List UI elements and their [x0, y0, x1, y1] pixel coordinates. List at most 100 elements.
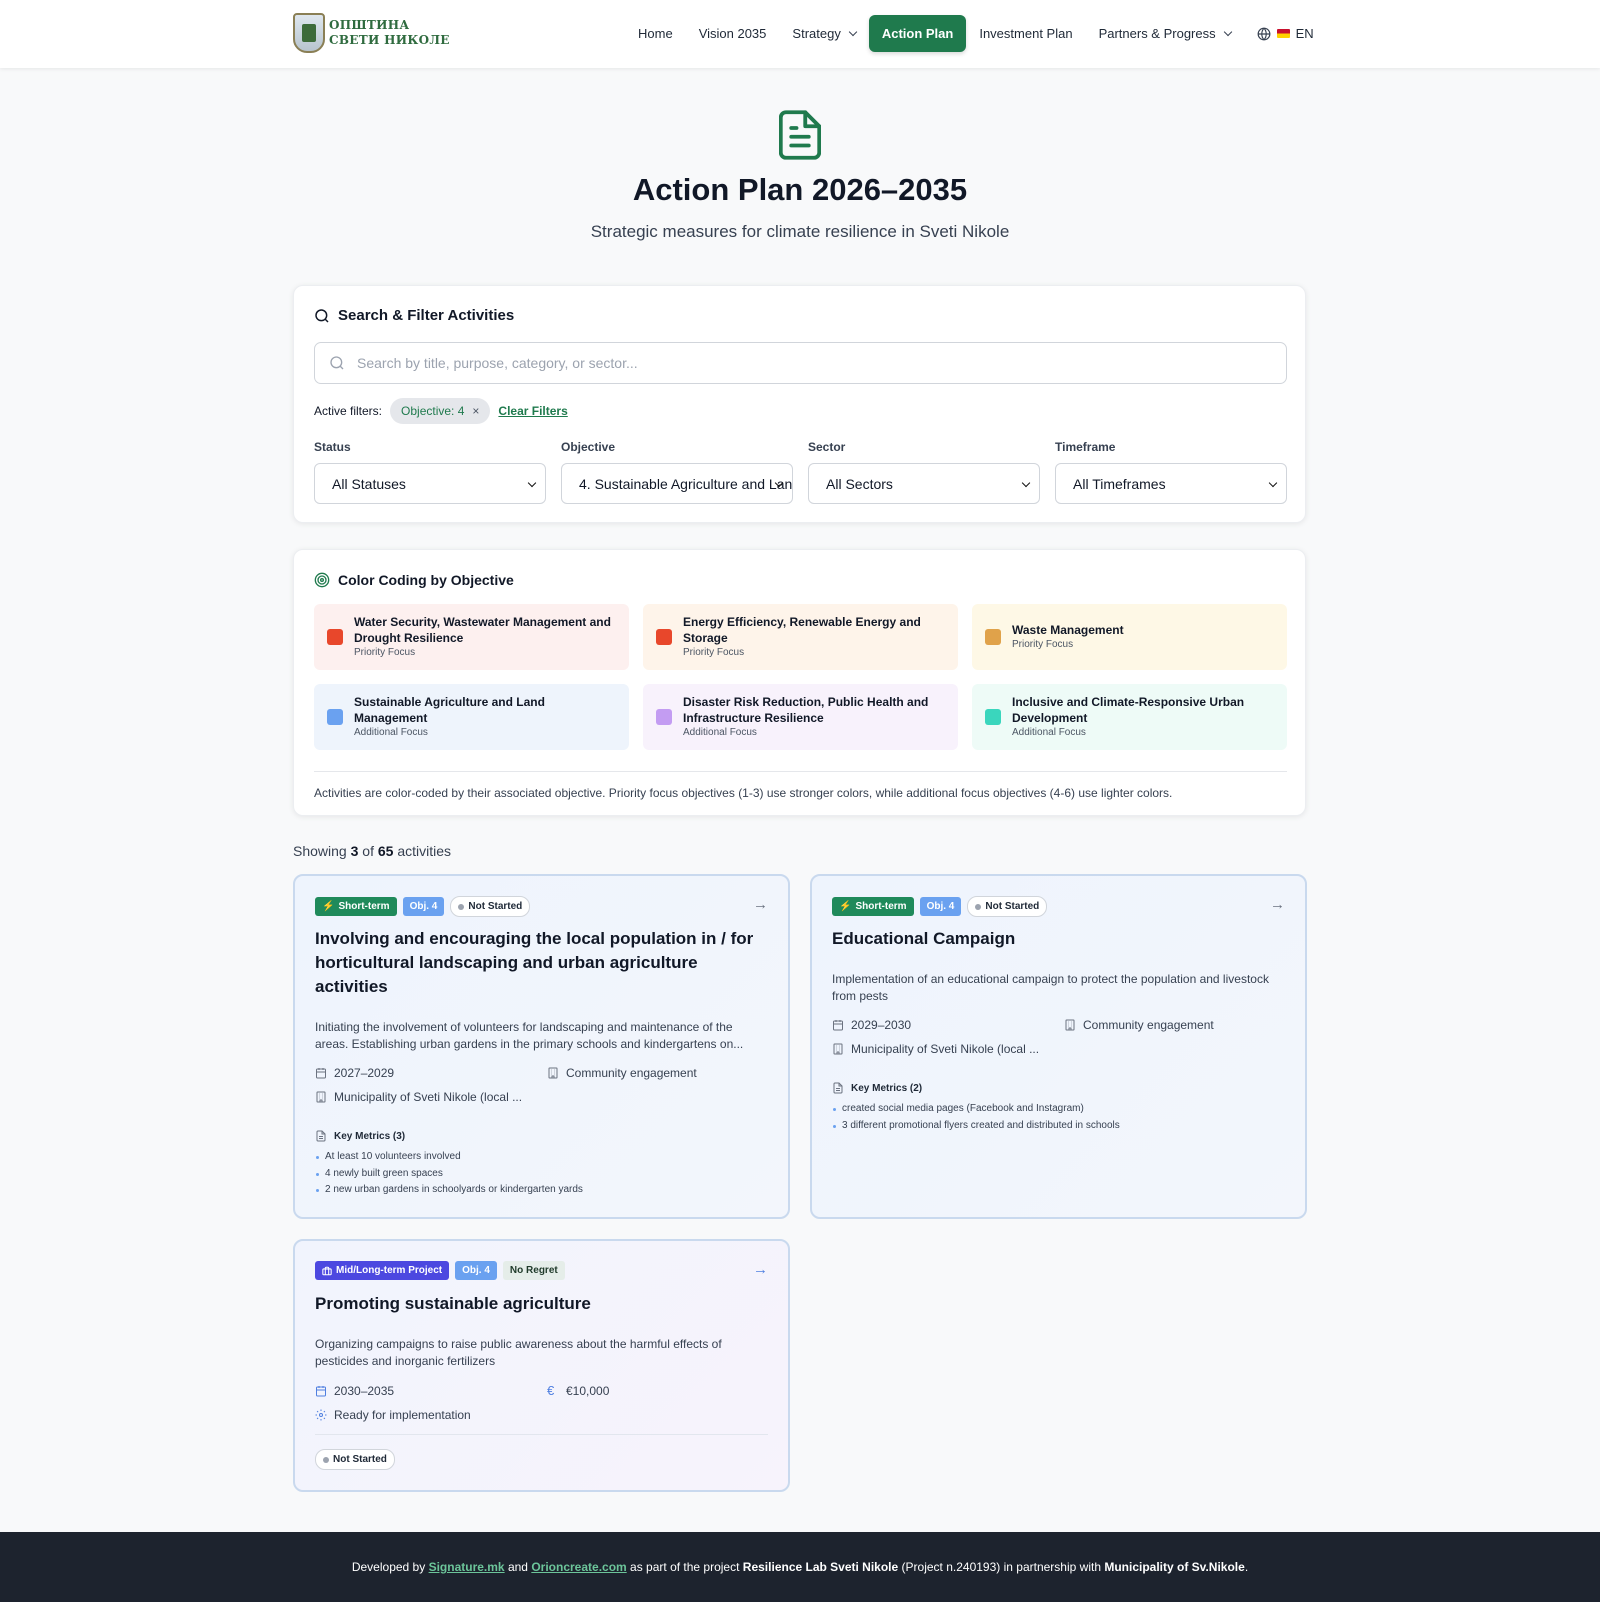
list-item: 2 new urban gardens in schoolyards or ki…: [315, 1182, 768, 1199]
nav-vision[interactable]: Vision 2035: [686, 15, 780, 52]
activity-description: Implementation of an educational campaig…: [832, 972, 1269, 1003]
active-filters-label: Active filters:: [314, 404, 383, 418]
nav-investment-plan[interactable]: Investment Plan: [966, 15, 1085, 52]
chevron-down-icon: [1223, 27, 1232, 36]
crest-icon: [293, 13, 325, 53]
list-item: 3 different promotional flyers created a…: [832, 1118, 1285, 1135]
signature-link[interactable]: Signature.mk: [429, 1560, 505, 1574]
building-icon: [1065, 1019, 1075, 1031]
activity-card[interactable]: Mid/Long-term Project Obj. 4 No Regret →…: [293, 1239, 790, 1492]
status-badge: Not Started: [450, 896, 531, 917]
timeframe-badge: ⚡ Short-term: [315, 897, 397, 916]
objective-swatch: [985, 629, 1001, 645]
nav-home[interactable]: Home: [625, 15, 686, 52]
objective-badge: Obj. 4: [402, 897, 445, 916]
flag-icon: [1276, 29, 1290, 38]
nav-partners-progress[interactable]: Partners & Progress: [1086, 15, 1244, 52]
globe-icon: [1257, 27, 1271, 40]
status-badge: Not Started: [315, 1449, 395, 1470]
activity-description: Initiating the involvement of volunteers…: [315, 1020, 744, 1051]
key-metrics-list: created social media pages (Facebook and…: [832, 1101, 1285, 1134]
no-regret-badge: No Regret: [502, 1261, 565, 1280]
page-footer: Developed by Signature.mk and Orioncreat…: [0, 1532, 1600, 1602]
activity-readiness: Ready for implementation: [315, 1408, 547, 1422]
activity-title: Involving and encouraging the local popu…: [315, 929, 754, 996]
timeframe-badge: Mid/Long-term Project: [315, 1261, 450, 1280]
activity-period: 2029–2030: [832, 1018, 1064, 1032]
page-title: Action Plan 2026–2035: [632, 172, 968, 207]
activity-owner: Municipality of Sveti Nikole (local ...: [315, 1090, 547, 1104]
key-metrics-header: Key Metrics (3): [315, 1130, 768, 1142]
activity-card[interactable]: ⚡ Short-term Obj. 4 Not Started → Involvi…: [293, 874, 790, 1219]
logo-line-2: СВЕТИ НИКОЛЕ: [329, 33, 450, 47]
color-coding-note: Activities are color-coded by their asso…: [314, 771, 1287, 800]
filter-card: Search & Filter Activities Active filter…: [293, 285, 1306, 523]
activity-period: 2027–2029: [315, 1066, 547, 1080]
active-filters: Active filters: Objective: 4 × Clear Fil…: [314, 398, 568, 424]
search-icon: [315, 308, 329, 323]
sector-filter: Sector All Sectors: [808, 440, 1040, 504]
building-icon: [548, 1067, 558, 1079]
logo-line-1: ОПШТИНА: [329, 18, 410, 32]
objective-tile-6: Inclusive and Climate-Responsive Urban D…: [972, 684, 1287, 750]
document-icon: [833, 1082, 843, 1094]
objective-tile-2: Energy Efficiency, Renewable Energy and …: [643, 604, 958, 670]
objective-badge: Obj. 4: [455, 1261, 497, 1280]
page-subtitle: Strategic measures for climate resilienc…: [590, 222, 1010, 241]
lightning-icon: ⚡: [322, 901, 335, 912]
key-metrics-list: At least 10 volunteers involved 4 newly …: [315, 1149, 768, 1199]
objective-tile-3: Waste Management Priority Focus: [972, 604, 1287, 670]
close-icon[interactable]: ×: [472, 404, 479, 418]
list-item: At least 10 volunteers involved: [315, 1149, 768, 1166]
objective-select[interactable]: 4. Sustainable Agriculture and Land Mana…: [561, 463, 793, 504]
activity-period: 2030–2035: [315, 1383, 547, 1398]
list-item: 4 newly built green spaces: [315, 1166, 768, 1183]
briefcase-icon: [322, 1266, 332, 1275]
search-input[interactable]: [357, 355, 1257, 371]
search-icon: [330, 356, 344, 370]
objective-swatch: [656, 709, 672, 725]
sector-select[interactable]: All Sectors: [808, 463, 1040, 504]
building-icon: [833, 1043, 843, 1055]
arrow-right-icon[interactable]: →: [753, 1261, 768, 1278]
arrow-right-icon[interactable]: →: [1270, 896, 1285, 913]
key-metrics-header: Key Metrics (2): [832, 1082, 1285, 1094]
arrow-right-icon[interactable]: →: [753, 896, 768, 913]
timeframe-badge: ⚡ Short-term: [832, 897, 914, 916]
nav-action-plan[interactable]: Action Plan: [868, 15, 967, 52]
active-filter-chip[interactable]: Objective: 4 ×: [390, 398, 491, 424]
timeframe-select[interactable]: All Timeframes: [1055, 463, 1287, 504]
euro-icon: €: [547, 1383, 555, 1398]
nav-strategy[interactable]: Strategy: [779, 15, 868, 52]
target-icon: [314, 572, 330, 588]
activity-category: Community engagement: [1064, 1018, 1284, 1032]
list-item: created social media pages (Facebook and…: [832, 1101, 1285, 1118]
status-select[interactable]: All Statuses: [314, 463, 546, 504]
nav-links: Home Vision 2035 Strategy Action Plan In…: [625, 15, 1327, 52]
objective-tile-1: Water Security, Wastewater Management an…: [314, 604, 629, 670]
building-icon: [316, 1091, 326, 1103]
orioncreate-link[interactable]: Orioncreate.com: [531, 1560, 626, 1574]
calendar-icon: [316, 1385, 326, 1396]
objective-swatch: [656, 629, 672, 645]
color-coding-card: Color Coding by Objective Water Security…: [293, 549, 1306, 816]
clear-filters-link[interactable]: Clear Filters: [498, 404, 567, 418]
filter-card-title: Search & Filter Activities: [314, 307, 514, 324]
objective-tile-5: Disaster Risk Reduction, Public Health a…: [643, 684, 958, 750]
activity-title: Educational Campaign: [832, 929, 1016, 948]
municipality-logo[interactable]: ОПШТИНА СВЕТИ НИКОЛЕ: [293, 13, 450, 53]
chevron-down-icon: [848, 27, 858, 36]
objective-swatch: [985, 709, 1001, 725]
document-icon: [316, 1130, 326, 1142]
color-coding-title: Color Coding by Objective: [314, 572, 514, 588]
activity-category: Community engagement: [547, 1066, 767, 1080]
language-switcher[interactable]: EN: [1244, 15, 1327, 52]
results-count: Showing 3 of 65 activities: [293, 843, 452, 859]
timeframe-filter: Timeframe All Timeframes: [1055, 440, 1287, 504]
objective-swatch: [327, 709, 343, 725]
activity-card[interactable]: ⚡ Short-term Obj. 4 Not Started → Educati…: [810, 874, 1307, 1219]
document-icon: [779, 110, 821, 160]
gear-icon: [315, 1409, 327, 1421]
search-field[interactable]: [314, 342, 1287, 384]
objective-tile-4: Sustainable Agriculture and Land Managem…: [314, 684, 629, 750]
